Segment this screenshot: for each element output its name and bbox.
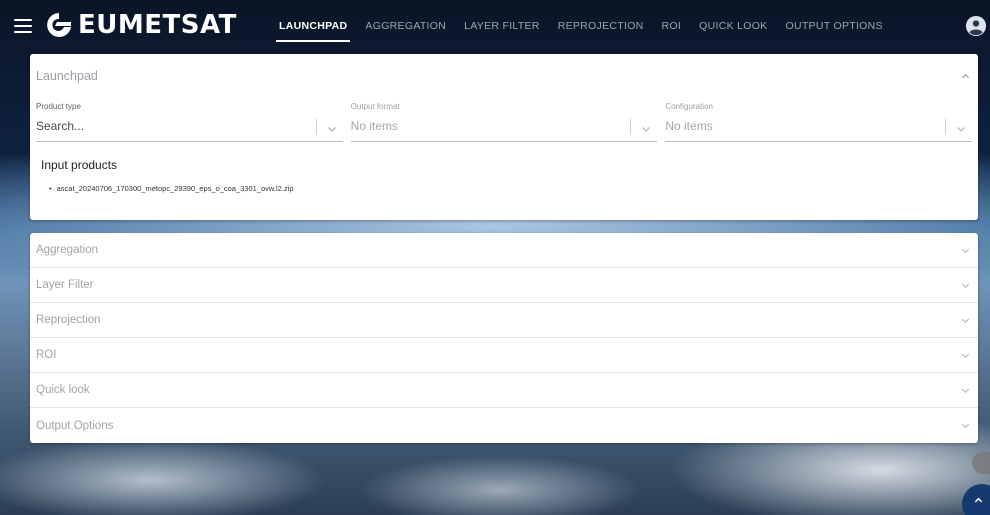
launchpad-panel: Launchpad Product type Search... Output …: [30, 54, 978, 220]
chevron-down-icon[interactable]: [958, 419, 972, 433]
output-format-select[interactable]: No items: [351, 119, 398, 133]
logo-text: EUMETSAT: [78, 10, 237, 40]
tab-layer-filter[interactable]: LAYER FILTER: [455, 0, 549, 52]
output-format-label: Output format: [350, 102, 400, 111]
configuration-select[interactable]: No items: [665, 119, 712, 133]
eumetsat-logo[interactable]: EUMETSAT: [44, 8, 237, 42]
product-type-input[interactable]: Search...: [36, 119, 84, 133]
tab-aggregation[interactable]: AGGREGATION: [356, 0, 455, 52]
account-circle-icon[interactable]: [966, 16, 986, 36]
input-products-title: Input products: [41, 158, 118, 172]
chevron-down-icon[interactable]: [958, 383, 972, 397]
section-quick-look[interactable]: Quick look: [30, 373, 978, 408]
launchpad-fields: Product type Search... Output format No …: [36, 102, 973, 142]
output-format-field[interactable]: Output format No items: [350, 102, 658, 142]
chevron-down-icon[interactable]: [327, 121, 337, 132]
chevron-up-icon[interactable]: [958, 69, 972, 83]
chevron-up-icon: [974, 497, 983, 503]
section-label: Output Options: [36, 419, 114, 432]
field-separator: [945, 119, 947, 135]
chevron-down-icon[interactable]: [958, 313, 972, 327]
tab-quick-look[interactable]: QUICK LOOK: [690, 0, 776, 52]
section-label: Quick look: [36, 384, 90, 396]
section-label: Layer Filter: [36, 279, 94, 291]
product-type-field[interactable]: Product type Search...: [36, 102, 343, 142]
input-products-list: ascat_20240706_170300_metopc_29390_eps_o…: [57, 184, 294, 193]
launchpad-panel-title: Launchpad: [36, 69, 98, 83]
top-app-bar: EUMETSAT LAUNCHPAD AGGREGATION LAYER FIL…: [0, 0, 990, 52]
processing-sections-accordion: Aggregation Layer Filter Reprojection RO…: [30, 233, 978, 443]
configuration-field[interactable]: Configuration No items: [665, 102, 973, 142]
section-roi[interactable]: ROI: [30, 338, 978, 373]
tab-output-options[interactable]: OUTPUT OPTIONS: [776, 0, 891, 52]
eumetsat-logo-mark-icon: [47, 13, 71, 37]
main-nav-tabs: LAUNCHPAD AGGREGATION LAYER FILTER REPRO…: [270, 0, 892, 52]
side-handle[interactable]: [972, 452, 990, 474]
field-underline: [665, 141, 973, 142]
section-layer-filter[interactable]: Layer Filter: [30, 268, 978, 303]
section-label: Reprojection: [36, 314, 101, 326]
chevron-down-icon[interactable]: [641, 121, 651, 132]
field-underline: [36, 141, 343, 142]
tab-reprojection[interactable]: REPROJECTION: [549, 0, 653, 52]
field-separator: [315, 119, 317, 135]
launchpad-panel-header[interactable]: Launchpad: [30, 54, 978, 98]
field-separator: [630, 119, 632, 135]
chevron-down-icon[interactable]: [956, 121, 966, 132]
section-aggregation[interactable]: Aggregation: [30, 233, 978, 268]
product-type-label: Product type: [36, 102, 81, 111]
hamburger-menu-icon[interactable]: [12, 16, 34, 36]
section-label: Aggregation: [36, 244, 99, 256]
section-reprojection[interactable]: Reprojection: [30, 303, 978, 338]
chevron-down-icon[interactable]: [958, 278, 972, 292]
chevron-down-icon[interactable]: [958, 243, 972, 257]
section-label: ROI: [36, 349, 57, 361]
chevron-down-icon[interactable]: [958, 348, 972, 362]
tab-launchpad[interactable]: LAUNCHPAD: [270, 0, 356, 52]
scroll-to-top-button[interactable]: [962, 484, 990, 515]
field-underline: [350, 141, 658, 142]
configuration-label: Configuration: [665, 102, 713, 111]
tab-roi[interactable]: ROI: [653, 0, 691, 52]
section-output-options[interactable]: Output Options: [30, 408, 978, 443]
list-item: ascat_20240706_170300_metopc_29390_eps_o…: [57, 184, 294, 193]
